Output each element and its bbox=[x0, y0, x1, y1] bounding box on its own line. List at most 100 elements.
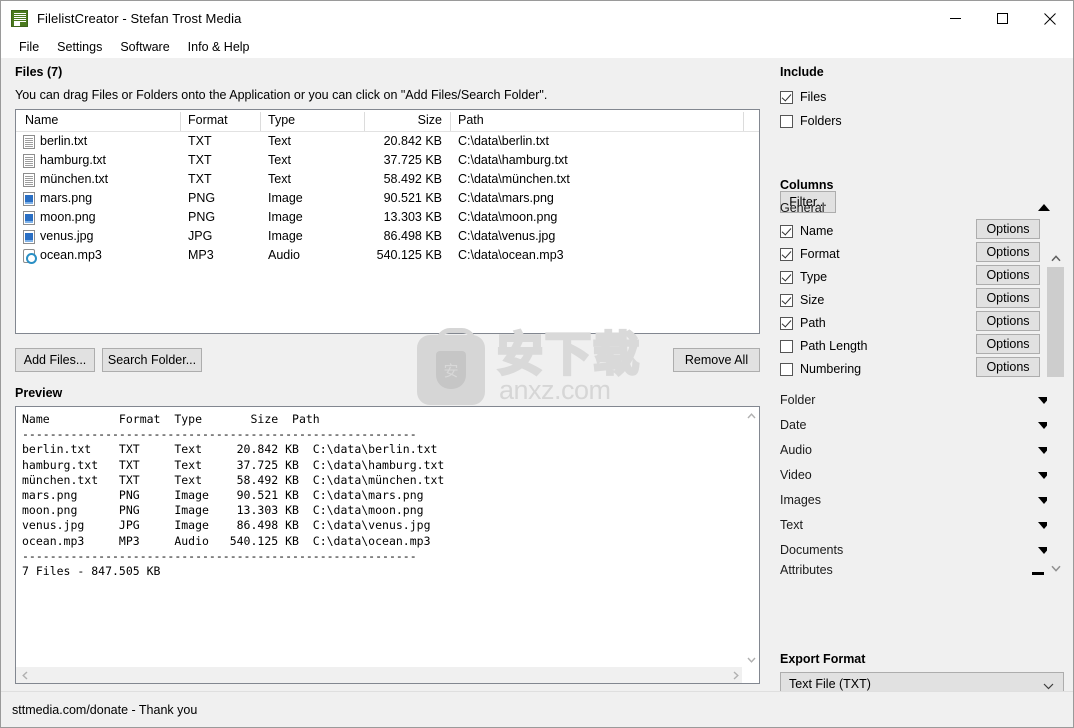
checkbox-include-folders[interactable]: Folders bbox=[780, 112, 842, 130]
checkbox-icon[interactable] bbox=[780, 224, 793, 238]
site-watermark: 安 安下载 anxz.com bbox=[417, 328, 647, 408]
file-list[interactable]: Name Format Type Size Path berlin.txt TX… bbox=[15, 109, 760, 334]
column-group-text[interactable]: Text bbox=[780, 518, 803, 532]
add-files-button[interactable]: Add Files... bbox=[15, 348, 95, 372]
table-row[interactable]: venus.jpg JPG Image 86.498 KB C:\data\ve… bbox=[16, 227, 759, 246]
cell-path: C:\data\ocean.mp3 bbox=[458, 248, 564, 262]
scroll-up-icon[interactable] bbox=[1047, 250, 1064, 267]
preview-horizontal-scrollbar[interactable] bbox=[16, 666, 759, 683]
maximize-icon[interactable] bbox=[979, 1, 1026, 36]
checkbox-column-size[interactable]: Size bbox=[780, 291, 824, 309]
text-file-icon bbox=[23, 173, 35, 187]
column-header-name[interactable]: Name bbox=[25, 113, 58, 127]
column-divider[interactable] bbox=[743, 112, 744, 131]
options-button-numbering[interactable]: Options bbox=[976, 357, 1040, 377]
preview-vertical-scrollbar[interactable] bbox=[742, 407, 759, 668]
status-bar-text[interactable]: sttmedia.com/donate - Thank you bbox=[12, 703, 197, 717]
column-group-documents[interactable]: Documents bbox=[780, 543, 843, 557]
export-section-title: Export Format bbox=[780, 652, 866, 666]
checkbox-icon[interactable] bbox=[780, 316, 793, 330]
column-group-video[interactable]: Video bbox=[780, 468, 812, 482]
cell-format: TXT bbox=[188, 153, 212, 167]
checkbox-icon[interactable] bbox=[780, 114, 793, 128]
checkbox-icon[interactable] bbox=[780, 362, 793, 376]
cell-path: C:\data\moon.png bbox=[458, 210, 558, 224]
cell-size: 90.521 KB bbox=[383, 191, 442, 205]
menu-software[interactable]: Software bbox=[111, 38, 178, 56]
cell-type: Image bbox=[268, 210, 303, 224]
column-group-audio[interactable]: Audio bbox=[780, 443, 812, 457]
checkbox-label: Files bbox=[800, 90, 827, 104]
column-divider[interactable] bbox=[450, 112, 451, 131]
table-row[interactable]: ocean.mp3 MP3 Audio 540.125 KB C:\data\o… bbox=[16, 246, 759, 265]
checkbox-column-path-length[interactable]: Path Length bbox=[780, 337, 867, 355]
table-row[interactable]: mars.png PNG Image 90.521 KB C:\data\mar… bbox=[16, 189, 759, 208]
options-button-path-length[interactable]: Options bbox=[976, 334, 1040, 354]
columns-scrollbar[interactable] bbox=[1047, 250, 1064, 638]
scroll-left-icon[interactable] bbox=[16, 667, 33, 683]
checkbox-icon[interactable] bbox=[780, 339, 793, 353]
column-header-size[interactable]: Size bbox=[396, 113, 442, 127]
options-button-format[interactable]: Options bbox=[976, 242, 1040, 262]
cell-path: C:\data\münchen.txt bbox=[458, 172, 570, 186]
window-controls bbox=[932, 1, 1073, 36]
window-title: FilelistCreator - Stefan Trost Media bbox=[37, 11, 242, 26]
column-divider[interactable] bbox=[364, 112, 365, 131]
title-bar: FilelistCreator - Stefan Trost Media bbox=[1, 1, 1073, 36]
checkbox-label: Path Length bbox=[800, 339, 868, 353]
checkbox-label: Folders bbox=[800, 114, 842, 128]
column-group-attributes-clipped[interactable]: Attributes bbox=[771, 563, 1065, 580]
remove-all-button[interactable]: Remove All bbox=[673, 348, 760, 372]
checkbox-column-type[interactable]: Type bbox=[780, 268, 827, 286]
checkbox-label: Format bbox=[800, 247, 840, 261]
checkbox-column-path[interactable]: Path bbox=[780, 314, 826, 332]
column-group-folder[interactable]: Folder bbox=[780, 393, 815, 407]
scroll-down-icon[interactable] bbox=[1047, 560, 1064, 577]
close-icon[interactable] bbox=[1026, 1, 1073, 36]
column-header-path[interactable]: Path bbox=[458, 113, 484, 127]
search-folder-button[interactable]: Search Folder... bbox=[102, 348, 202, 372]
options-button-type[interactable]: Options bbox=[976, 265, 1040, 285]
checkbox-column-numbering[interactable]: Numbering bbox=[780, 360, 861, 378]
table-row[interactable]: moon.png PNG Image 13.303 KB C:\data\moo… bbox=[16, 208, 759, 227]
checkbox-column-name[interactable]: Name bbox=[780, 222, 833, 240]
table-row[interactable]: münchen.txt TXT Text 58.492 KB C:\data\m… bbox=[16, 170, 759, 189]
watermark-badge-icon: 安 bbox=[417, 328, 485, 405]
table-row[interactable]: berlin.txt TXT Text 20.842 KB C:\data\be… bbox=[16, 132, 759, 151]
menu-file[interactable]: File bbox=[10, 38, 48, 56]
checkbox-column-format[interactable]: Format bbox=[780, 245, 840, 263]
checkbox-icon[interactable] bbox=[780, 90, 793, 104]
column-divider[interactable] bbox=[180, 112, 181, 131]
checkbox-label: Path bbox=[800, 316, 826, 330]
column-divider[interactable] bbox=[260, 112, 261, 131]
column-group-images[interactable]: Images bbox=[780, 493, 821, 507]
options-button-name[interactable]: Options bbox=[976, 219, 1040, 239]
checkbox-icon[interactable] bbox=[780, 270, 793, 284]
include-section-title: Include bbox=[780, 65, 824, 79]
checkbox-icon[interactable] bbox=[780, 293, 793, 307]
scrollbar-thumb[interactable] bbox=[1047, 267, 1064, 377]
cell-path: C:\data\hamburg.txt bbox=[458, 153, 568, 167]
chevron-up-icon[interactable] bbox=[1038, 204, 1050, 211]
column-group-date[interactable]: Date bbox=[780, 418, 806, 432]
options-button-path[interactable]: Options bbox=[976, 311, 1040, 331]
cell-name: hamburg.txt bbox=[40, 153, 107, 167]
checkbox-include-files[interactable]: Files bbox=[780, 88, 826, 106]
column-group-general[interactable]: General bbox=[780, 201, 824, 215]
minimize-icon[interactable] bbox=[932, 1, 979, 36]
table-row[interactable]: hamburg.txt TXT Text 37.725 KB C:\data\h… bbox=[16, 151, 759, 170]
column-header-type[interactable]: Type bbox=[268, 113, 295, 127]
options-button-size[interactable]: Options bbox=[976, 288, 1040, 308]
checkbox-label: Numbering bbox=[800, 362, 862, 376]
main-body: Files (7) You can drag Files or Folders … bbox=[1, 58, 1073, 727]
scrollbar-corner bbox=[742, 666, 759, 683]
menu-settings[interactable]: Settings bbox=[48, 38, 111, 56]
preview-text: Name Format Type Size Path -------------… bbox=[22, 412, 445, 579]
column-header-format[interactable]: Format bbox=[188, 113, 228, 127]
scroll-up-icon[interactable] bbox=[743, 407, 759, 424]
checkbox-label: Size bbox=[800, 293, 825, 307]
text-file-icon bbox=[23, 154, 35, 168]
checkbox-icon[interactable] bbox=[780, 247, 793, 261]
menu-info-help[interactable]: Info & Help bbox=[179, 38, 259, 56]
preview-panel[interactable]: Name Format Type Size Path -------------… bbox=[15, 406, 760, 684]
